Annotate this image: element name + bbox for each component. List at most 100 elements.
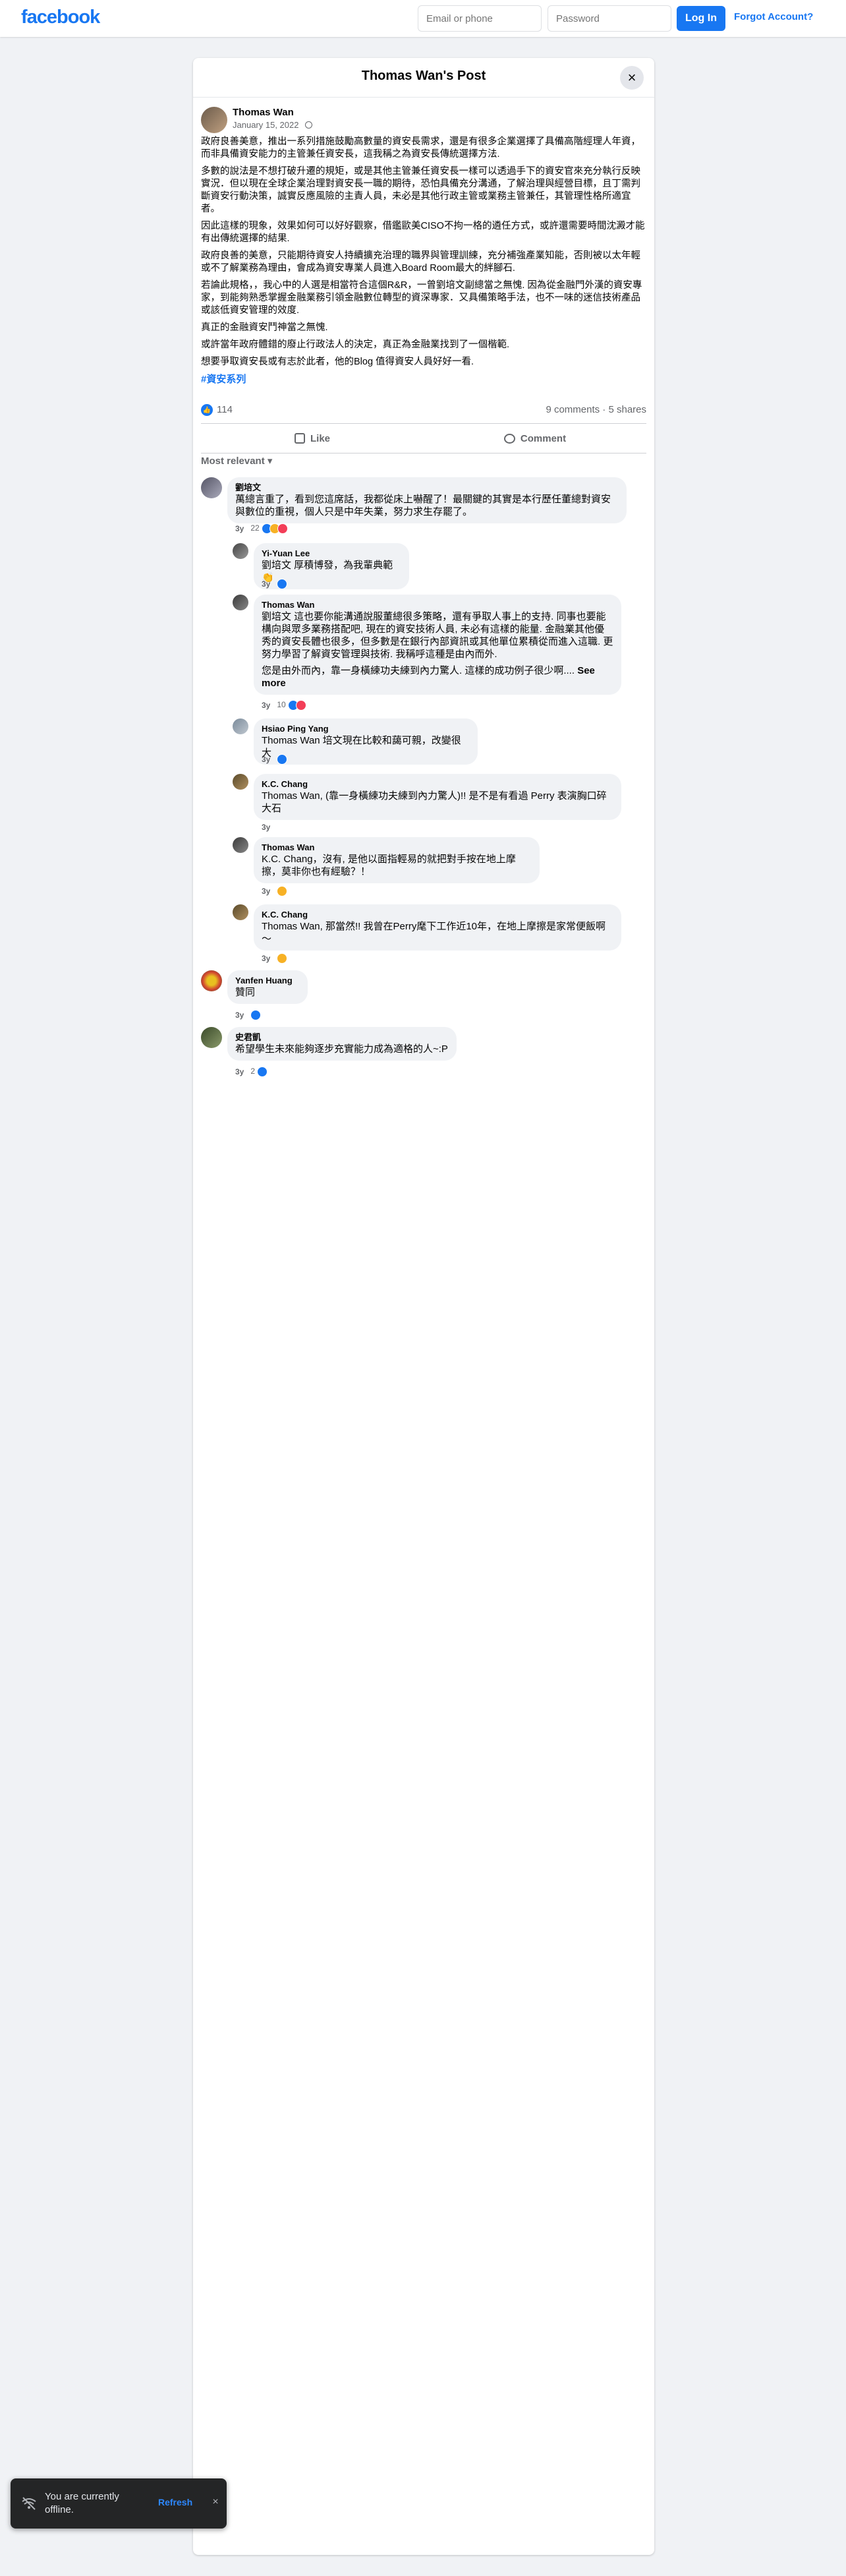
comment-time[interactable]: 3y <box>235 1067 244 1076</box>
comment-text: 贊同 <box>235 987 256 998</box>
comment-meta: 3y <box>262 754 288 765</box>
post-modal: Thomas Wan's Post × Thomas Wan January 1… <box>193 58 654 2555</box>
close-icon[interactable]: × <box>620 66 644 90</box>
comment-bubble: Yanfen Huang 贊同 <box>227 970 308 1004</box>
like-reaction-icon[interactable]: 👍 <box>201 404 213 416</box>
comment-meta: 3y <box>262 953 288 964</box>
post-date-text[interactable]: January 15, 2022 <box>233 120 298 130</box>
comment-bubble: 劉培文 萬總言重了，看到您這席話，我都從床上嚇醒了！最關鍵的其實是本行歷任董總對… <box>227 477 627 523</box>
comments-shares-count[interactable]: 9 comments · 5 shares <box>546 404 646 415</box>
forgot-account-link[interactable]: Forgot Account? <box>734 11 813 22</box>
like-reaction-icon <box>277 579 288 589</box>
comment-author[interactable]: Thomas Wan <box>262 600 613 610</box>
comment-meta: 3y 10 <box>262 700 307 711</box>
post-body: 政府良善美意，推出一系列措施鼓勵高數量的資安長需求，還是有很多企業選擇了具備高階… <box>201 136 646 391</box>
post-stats: 👍 114 9 comments · 5 shares <box>201 403 646 418</box>
comment-reply: K.C. Chang Thomas Wan, (靠一身橫練功夫練到內力驚人)!!… <box>233 774 646 832</box>
modal-title: Thomas Wan's Post <box>361 69 486 83</box>
login-button[interactable]: Log In <box>677 6 725 31</box>
haha-reaction-icon <box>277 953 288 964</box>
password-field[interactable] <box>548 5 671 32</box>
like-button-label: Like <box>310 432 330 444</box>
comment-reply: Thomas Wan K.C. Chang，沒有, 是他以面指輕易的就把對手按在… <box>233 837 646 896</box>
comment-button[interactable]: Comment <box>424 424 646 453</box>
comment-time[interactable]: 3y <box>262 755 270 764</box>
comment-bubble: Thomas Wan K.C. Chang，沒有, 是他以面指輕易的就把對手按在… <box>254 837 540 883</box>
offline-toast: You are currently offline. Refresh × <box>11 2478 227 2529</box>
comment-time[interactable]: 3y <box>262 823 270 832</box>
comment-time[interactable]: 3y <box>262 887 270 896</box>
comment: Yanfen Huang 贊同 3y <box>201 970 646 1020</box>
offline-message: You are currently offline. <box>45 2491 119 2515</box>
comment-bubble: Thomas Wan 劉培文 這也要你能溝通說服董總很多策略，還有爭取人事上的支… <box>254 595 621 695</box>
avatar[interactable] <box>201 477 222 498</box>
comment-author[interactable]: 史君凱 <box>235 1032 449 1043</box>
avatar[interactable] <box>233 595 248 610</box>
comment-text: 劉培文 這也要你能溝通說服董總很多策略，還有爭取人事上的支持. 同事也要能構向與… <box>262 611 613 660</box>
comment-button-label: Comment <box>520 432 567 444</box>
comment-time[interactable]: 3y <box>262 701 270 710</box>
comment-author[interactable]: Yi-Yuan Lee <box>262 548 401 559</box>
comment-text: Thomas Wan 培文現在比較和藹可親，改變很大 <box>262 735 461 759</box>
modal-header: Thomas Wan's Post × <box>193 58 654 98</box>
avatar[interactable] <box>201 1027 222 1048</box>
avatar[interactable] <box>233 774 248 790</box>
comment-text-continued: 您是由外而內，靠一身橫練功夫練到內力驚人. 這樣的成功例子很少啊.... <box>262 665 575 676</box>
comment-bubble-icon <box>503 433 515 444</box>
comment-reply: Yi-Yuan Lee 劉培文 厚積博發，為我輩典範👏 3y <box>233 543 646 589</box>
comment-sort-dropdown[interactable]: Most relevant ▾ <box>201 455 272 467</box>
love-reaction-icon <box>296 700 307 711</box>
post-date[interactable]: January 15, 2022 <box>233 120 313 130</box>
comment-author[interactable]: Hsiao Ping Yang <box>262 724 470 734</box>
comment: 劉培文 萬總言重了，看到您這席話，我都從床上嚇醒了！最關鍵的其實是本行歷任董總對… <box>201 477 646 534</box>
email-field[interactable] <box>418 5 542 32</box>
like-reaction-icon <box>277 754 288 765</box>
reaction-count[interactable]: 2 <box>250 1067 255 1076</box>
avatar[interactable] <box>233 837 248 853</box>
comment-author[interactable]: Yanfen Huang <box>235 976 300 986</box>
avatar[interactable] <box>233 904 248 920</box>
avatar[interactable] <box>201 107 227 133</box>
comment-bubble: K.C. Chang Thomas Wan, (靠一身橫練功夫練到內力驚人)!!… <box>254 774 621 820</box>
refresh-link[interactable]: Refresh <box>158 2497 192 2507</box>
comment-time[interactable]: 3y <box>235 524 244 533</box>
comment-bubble: 史君凱 希望學生未來能夠逐步充實能力成為適格的人~:P <box>227 1027 457 1061</box>
post-paragraph: 若論此規格，，我心中的人選是相當符合這個R&R，一曾劉培文副總當之無愧. 因為從… <box>201 280 642 316</box>
comment: 史君凱 希望學生未來能夠逐步充實能力成為適格的人~:P 3y 2 <box>201 1027 646 1077</box>
post-paragraph: 政府良善美意，推出一系列措施鼓勵高數量的資安長需求，還是有很多企業選擇了具備高階… <box>201 136 640 160</box>
reaction-count[interactable]: 10 <box>277 700 285 709</box>
post-author: Thomas Wan January 15, 2022 <box>201 105 646 134</box>
comment-author[interactable]: Thomas Wan <box>262 842 532 853</box>
close-icon[interactable]: × <box>208 2495 223 2509</box>
comment-time[interactable]: 3y <box>262 954 270 963</box>
comment-reply: K.C. Chang Thomas Wan, 那當然!! 我曾在Perry麾下工… <box>233 904 646 964</box>
like-count[interactable]: 114 <box>217 404 233 415</box>
comment-time[interactable]: 3y <box>262 579 270 589</box>
love-reaction-icon <box>277 523 289 534</box>
avatar[interactable] <box>201 970 222 991</box>
top-bar: facebook Log In Forgot Account? <box>0 0 846 37</box>
facebook-logo[interactable]: facebook <box>21 7 100 28</box>
wifi-off-icon <box>21 2496 37 2511</box>
comment-reply: Thomas Wan 劉培文 這也要你能溝通說服董總很多策略，還有爭取人事上的支… <box>233 595 646 717</box>
thumbs-up-icon <box>294 433 305 444</box>
reaction-count[interactable]: 22 <box>250 523 259 533</box>
comment-author[interactable]: K.C. Chang <box>262 910 613 920</box>
post-paragraph: 真正的金融資安鬥神當之無愧. <box>201 322 328 333</box>
comment-text: K.C. Chang，沒有, 是他以面指輕易的就把對手按在地上摩擦，莫非你也有經… <box>262 854 516 877</box>
comment-author[interactable]: 劉培文 <box>235 483 619 493</box>
comment-meta: 3y <box>235 1010 262 1020</box>
post-paragraph: 或許當年政府體錯的廢止行政法人的決定，真正為金融業找到了一個楷範. <box>201 339 510 350</box>
comment-reply: Hsiao Ping Yang Thomas Wan 培文現在比較和藹可親，改變… <box>233 718 646 765</box>
comment-meta: 3y <box>262 823 270 832</box>
avatar[interactable] <box>233 718 248 734</box>
post-paragraph: 想要爭取資安長或有志於此者，他的Blog 值得資安人員好好一看. <box>201 357 474 367</box>
author-name[interactable]: Thomas Wan <box>233 107 294 118</box>
comment-time[interactable]: 3y <box>235 1010 244 1020</box>
comment-author[interactable]: K.C. Chang <box>262 779 613 790</box>
avatar[interactable] <box>233 543 248 559</box>
like-button[interactable]: Like <box>201 424 424 453</box>
hashtag-link[interactable]: #資安系列 <box>201 374 246 385</box>
like-reaction-icon <box>250 1010 262 1020</box>
haha-reaction-icon <box>277 886 288 896</box>
